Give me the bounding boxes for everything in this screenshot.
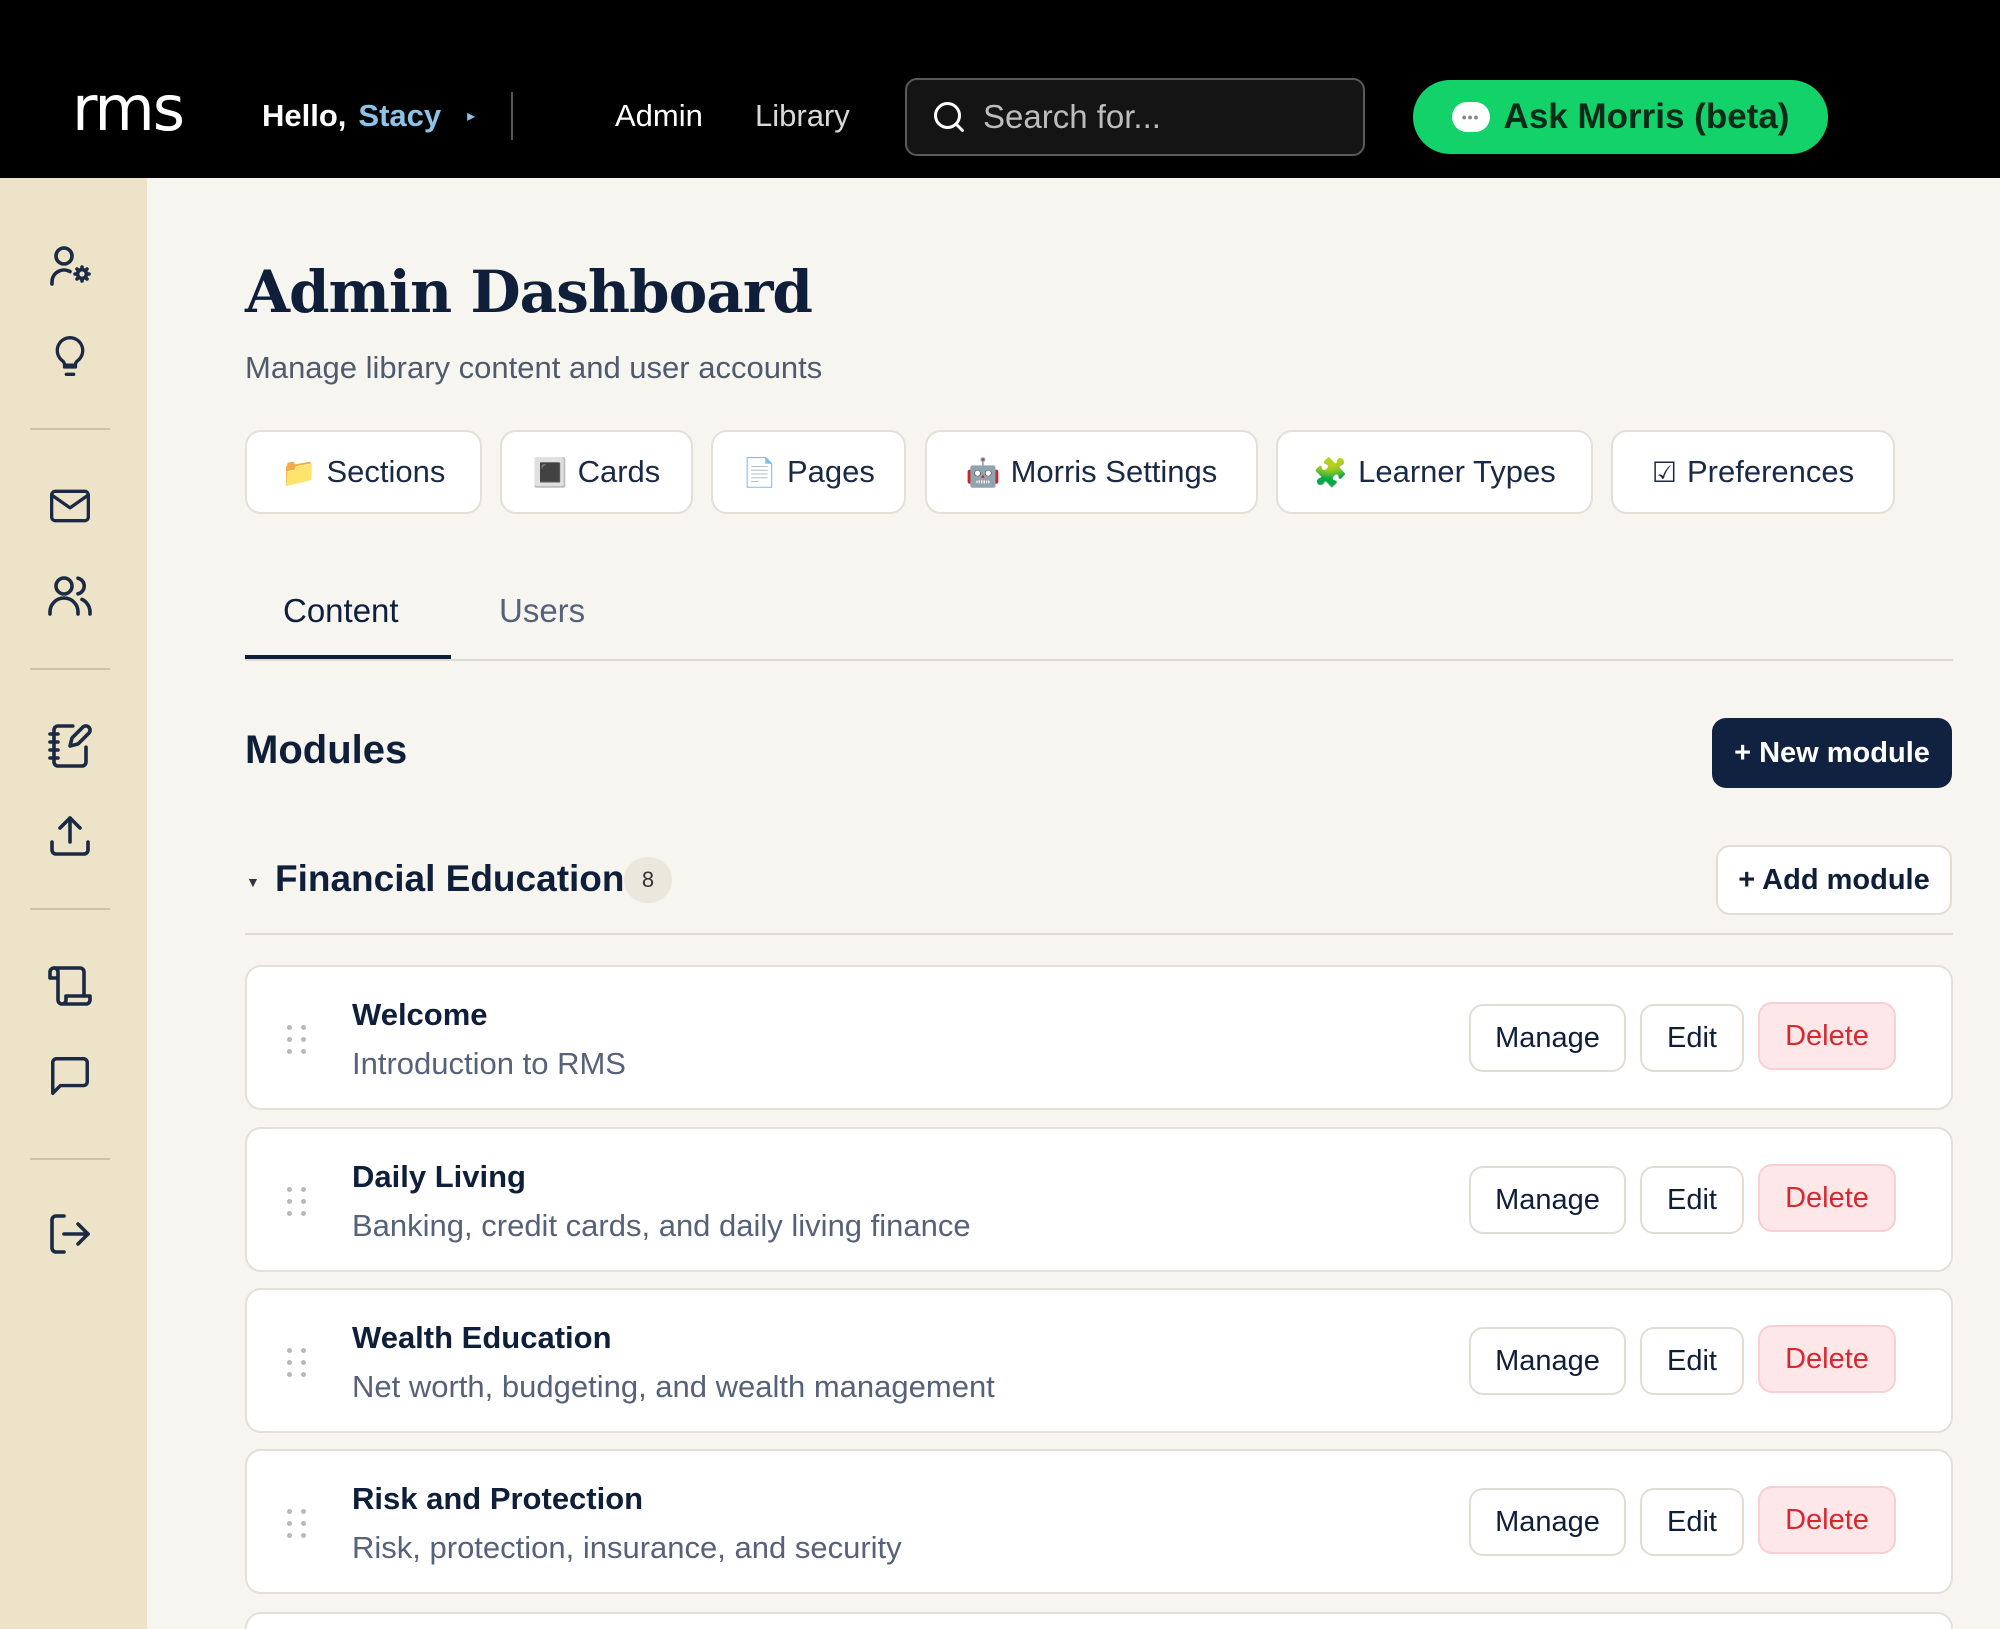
search-icon xyxy=(934,102,964,132)
section-title[interactable]: Financial Education xyxy=(275,858,625,900)
module-description: Banking, credit cards, and daily living … xyxy=(352,1208,971,1243)
sections-button[interactable]: 📁 Sections xyxy=(245,430,482,514)
learner-types-button[interactable]: 🧩 Learner Types xyxy=(1276,430,1593,514)
user-greeting[interactable]: Hello, Stacy ▸ xyxy=(262,98,475,134)
module-description: Introduction to RMS xyxy=(352,1046,626,1081)
edit-button[interactable]: Edit xyxy=(1640,1166,1744,1234)
chat-icon[interactable] xyxy=(44,1050,96,1102)
page-icon: 📄 xyxy=(742,456,777,488)
module-row xyxy=(245,1612,1953,1629)
lightbulb-icon[interactable] xyxy=(44,330,96,382)
edit-button[interactable]: Edit xyxy=(1640,1327,1744,1395)
tab-users[interactable]: Users xyxy=(499,592,585,630)
page-title: Admin Dashboard xyxy=(245,258,813,326)
delete-button[interactable]: Delete xyxy=(1758,1164,1896,1232)
manage-button[interactable]: Manage xyxy=(1469,1327,1626,1395)
delete-button[interactable]: Delete xyxy=(1758,1325,1896,1393)
preferences-label: Preferences xyxy=(1686,454,1855,489)
pages-button[interactable]: 📄 Pages xyxy=(711,430,906,514)
header-divider xyxy=(511,92,513,140)
module-row: Wealth Education Net worth, budgeting, a… xyxy=(245,1288,1953,1433)
mail-icon[interactable] xyxy=(44,480,96,532)
manage-button[interactable]: Manage xyxy=(1469,1166,1626,1234)
ask-morris-button[interactable]: ••• Ask Morris (beta) xyxy=(1413,80,1828,154)
sidebar-divider xyxy=(30,908,110,910)
new-module-button[interactable]: + New module xyxy=(1712,718,1952,788)
drag-handle-icon[interactable] xyxy=(287,1509,311,1539)
morris-settings-button[interactable]: 🤖 Morris Settings xyxy=(925,430,1258,514)
delete-button[interactable]: Delete xyxy=(1758,1002,1896,1070)
sidebar xyxy=(0,178,147,1629)
morris-settings-label: Morris Settings xyxy=(1010,454,1218,489)
module-row: Daily Living Banking, credit cards, and … xyxy=(245,1127,1953,1272)
users-icon[interactable] xyxy=(44,570,96,622)
greeting-text: Hello, xyxy=(262,98,347,133)
user-settings-icon[interactable] xyxy=(44,240,96,292)
logout-icon[interactable] xyxy=(44,1208,96,1260)
rms-logo[interactable]: rms xyxy=(72,78,185,140)
ask-morris-label: Ask Morris (beta) xyxy=(1503,97,1790,136)
section-count-badge: 8 xyxy=(624,857,672,903)
drag-handle-icon[interactable] xyxy=(287,1187,311,1217)
module-title: Daily Living xyxy=(352,1159,526,1194)
edit-button[interactable]: Edit xyxy=(1640,1004,1744,1072)
top-bar: rms Hello, Stacy ▸ Admin Library ••• Ask… xyxy=(0,0,2000,178)
upload-icon[interactable] xyxy=(44,810,96,862)
collapse-caret-icon[interactable]: ▼ xyxy=(246,874,260,890)
drag-handle-icon[interactable] xyxy=(287,1348,311,1378)
module-title: Wealth Education xyxy=(352,1320,612,1355)
preferences-button[interactable]: ☑ Preferences xyxy=(1611,430,1895,514)
caret-right-icon: ▸ xyxy=(467,108,476,125)
learner-types-label: Learner Types xyxy=(1358,454,1556,489)
sections-label: Sections xyxy=(326,454,446,489)
checkbox-icon: ☑ xyxy=(1651,456,1677,488)
manage-button[interactable]: Manage xyxy=(1469,1488,1626,1556)
notebook-edit-icon[interactable] xyxy=(44,720,96,772)
folder-icon: 📁 xyxy=(281,456,317,488)
modules-heading: Modules xyxy=(245,728,408,772)
sidebar-divider xyxy=(30,428,110,430)
robot-icon: 🤖 xyxy=(965,456,1001,488)
section-divider xyxy=(245,933,1953,935)
nav-library[interactable]: Library xyxy=(755,98,850,134)
chat-bubble-icon: ••• xyxy=(1451,102,1490,132)
scroll-icon[interactable] xyxy=(44,960,96,1012)
add-module-button[interactable]: + Add module xyxy=(1716,845,1952,915)
tab-content[interactable]: Content xyxy=(283,592,399,630)
delete-button[interactable]: Delete xyxy=(1758,1486,1896,1554)
drag-handle-icon[interactable] xyxy=(287,1025,311,1055)
card-icon: 🔳 xyxy=(532,456,568,488)
module-title: Risk and Protection xyxy=(352,1481,644,1516)
sidebar-divider xyxy=(30,1158,110,1160)
cards-label: Cards xyxy=(577,454,661,489)
manage-button[interactable]: Manage xyxy=(1469,1004,1626,1072)
module-row: Welcome Introduction to RMS Manage Edit … xyxy=(245,965,1953,1110)
active-tab-indicator xyxy=(245,655,451,659)
nav-admin[interactable]: Admin xyxy=(615,98,703,134)
cards-button[interactable]: 🔳 Cards xyxy=(500,430,693,514)
module-row: Risk and Protection Risk, protection, in… xyxy=(245,1449,1953,1594)
user-name: Stacy xyxy=(358,98,442,133)
search-box[interactable] xyxy=(905,78,1365,156)
module-description: Risk, protection, insurance, and securit… xyxy=(352,1530,902,1565)
edit-button[interactable]: Edit xyxy=(1640,1488,1744,1556)
module-description: Net worth, budgeting, and wealth managem… xyxy=(352,1369,995,1404)
sidebar-divider xyxy=(30,668,110,670)
tabs-divider xyxy=(245,659,1953,661)
page-subtitle: Manage library content and user accounts xyxy=(245,350,823,385)
module-title: Welcome xyxy=(352,997,488,1032)
pages-label: Pages xyxy=(786,454,875,489)
puzzle-icon: 🧩 xyxy=(1313,456,1349,488)
search-input[interactable] xyxy=(983,98,1343,136)
